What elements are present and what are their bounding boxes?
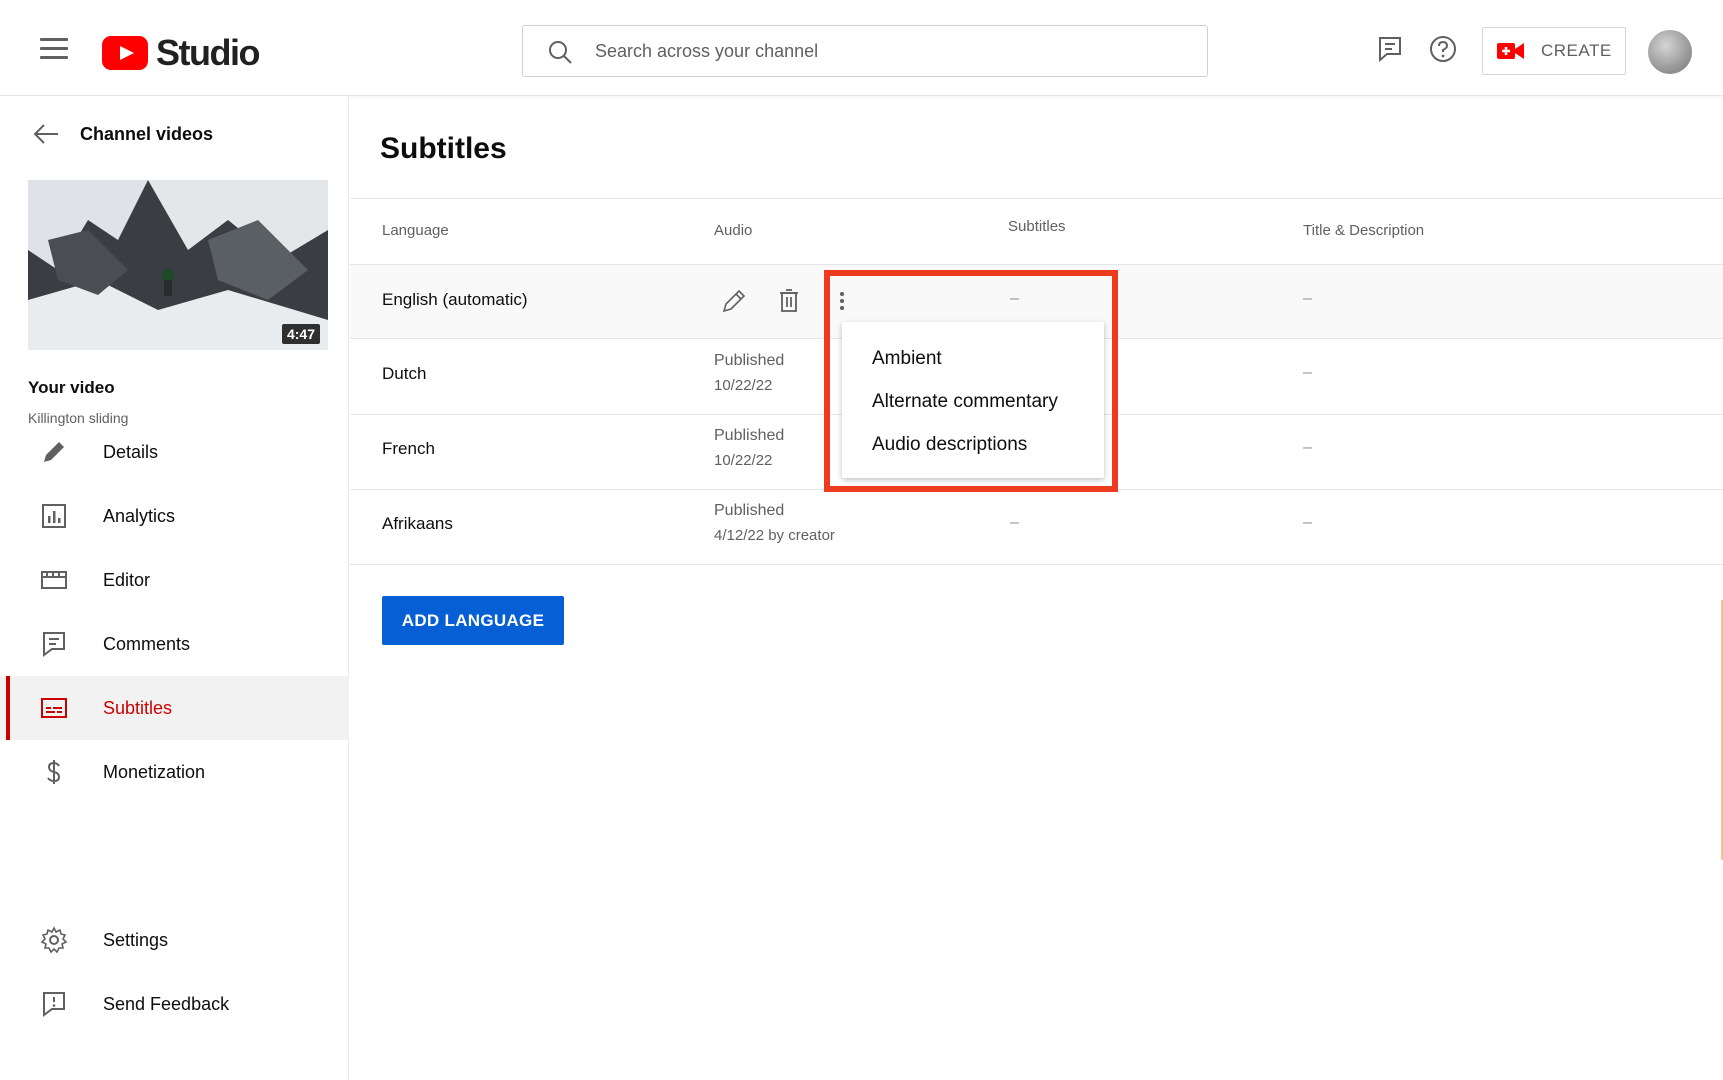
row-audio-status: Published [714,502,785,519]
camera-icon [1497,43,1524,59]
page-title: Subtitles [380,132,507,165]
subtitles-icon [41,698,67,718]
row-audio-date: 10/22/22 [714,452,773,469]
video-duration: 4:47 [281,324,320,344]
trash-icon[interactable] [775,287,803,315]
dollar-icon [47,760,61,784]
row-title-description: – [1303,364,1312,381]
sidebar-item-monetization[interactable]: Monetization [0,740,349,804]
add-language-button[interactable]: ADD LANGUAGE [382,596,564,645]
gear-icon [40,926,68,954]
video-thumbnail[interactable]: 4:47 [28,180,328,350]
sidebar-item-label: Monetization [103,761,206,782]
search-bar[interactable] [522,25,1208,77]
youtube-play-icon [102,36,148,70]
search-icon[interactable] [547,39,573,65]
sidebar-item-analytics[interactable]: Analytics [0,484,349,548]
sidebar-item-subtitles[interactable]: Subtitles [0,676,349,740]
divider [350,198,1723,199]
row-language: English (automatic) [382,290,528,309]
top-bar: Studio CREATE [0,0,1723,96]
back-to-channel-videos[interactable]: Channel videos [32,122,213,146]
arrow-back-icon [33,124,58,144]
studio-logo[interactable]: Studio [102,32,260,74]
column-header-language: Language [382,222,449,239]
row-title-description: – [1303,439,1312,456]
column-header-subtitles: Subtitles [1008,218,1066,235]
messages-icon[interactable] [1375,34,1405,64]
sidebar: Channel videos 4:47 Your video Killingto… [0,96,349,1080]
create-label: CREATE [1541,41,1612,60]
sidebar-item-details[interactable]: Details [0,420,349,484]
table-row[interactable]: Afrikaans Published 4/12/22 by creator –… [350,490,1723,565]
sidebar-item-settings[interactable]: Settings [0,908,349,972]
sidebar-item-label: Comments [103,633,191,654]
avatar[interactable] [1648,30,1692,74]
row-language: Dutch [382,364,427,383]
sidebar-item-label: Settings [103,929,169,950]
sidebar-item-comments[interactable]: Comments [0,612,349,676]
sidebar-item-label: Details [103,441,159,462]
row-title-description: – [1303,514,1312,531]
row-audio-date: 10/22/22 [714,377,773,394]
row-subtitles: – [1010,514,1019,531]
column-header-audio: Audio [714,222,753,239]
sidebar-item-label: Subtitles [103,697,173,718]
main-content: Subtitles Language Audio Subtitles Title… [350,96,1723,1080]
analytics-icon [42,504,66,528]
comments-icon [43,632,65,657]
sidebar-item-label: Analytics [103,505,176,526]
row-audio-status: Published [714,352,785,369]
row-language: Afrikaans [382,514,453,533]
feedback-icon [43,992,65,1017]
search-input[interactable] [595,26,1175,76]
pencil-icon [44,442,64,462]
your-video-label: Your video [28,378,115,397]
sidebar-item-label: Send Feedback [103,993,230,1014]
row-language: French [382,439,435,458]
logo-text: Studio [156,32,260,73]
editor-icon [41,571,67,589]
sidebar-item-label: Editor [103,569,151,590]
sidebar-item-editor[interactable]: Editor [0,548,349,612]
sidebar-item-send-feedback[interactable]: Send Feedback [0,972,349,1036]
column-header-title-description: Title & Description [1303,222,1425,239]
row-audio-status: Published [714,427,785,444]
highlight-box [824,270,1118,492]
menu-icon[interactable] [40,38,68,62]
help-icon[interactable] [1428,34,1458,64]
back-label: Channel videos [80,123,214,144]
row-audio-date: 4/12/22 by creator [714,527,835,544]
row-title-description: – [1303,290,1312,307]
pencil-icon[interactable] [720,287,748,315]
create-button[interactable]: CREATE [1482,27,1626,75]
